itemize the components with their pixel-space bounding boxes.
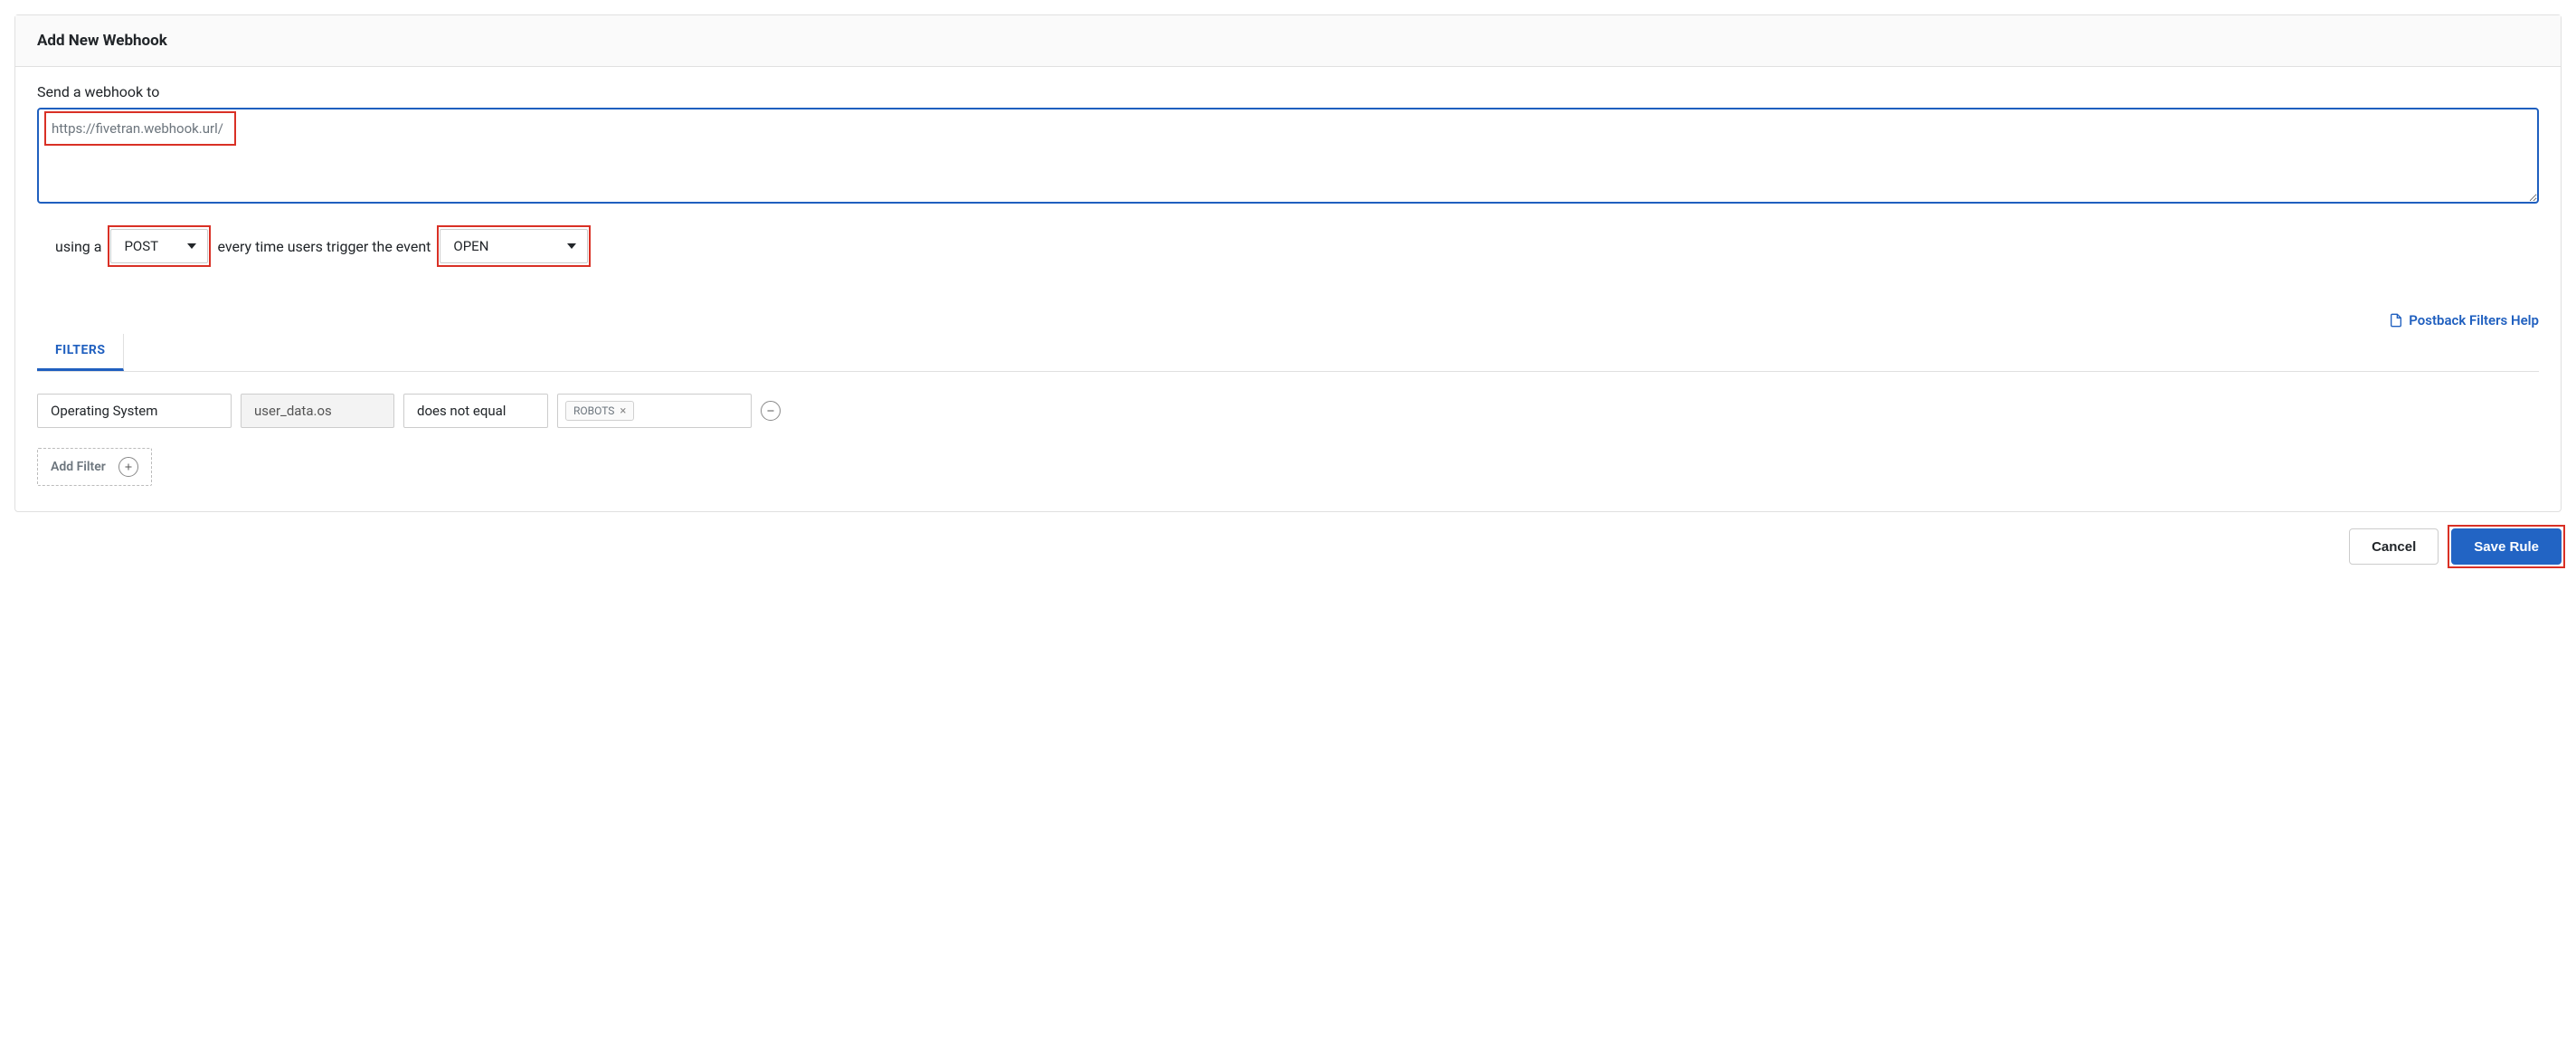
save-button-wrap: Save Rule [2451, 528, 2562, 565]
plus-circle-icon [118, 457, 138, 477]
remove-filter-button[interactable] [761, 401, 781, 421]
filter-value-tag: ROBOTS × [565, 401, 634, 421]
add-filter-button[interactable]: Add Filter [37, 448, 152, 486]
http-method-value: POST [124, 238, 158, 254]
filters-tabs: FILTERS [37, 334, 2539, 372]
cancel-button[interactable]: Cancel [2349, 528, 2439, 565]
url-input-wrapper [37, 108, 2539, 207]
filter-row: Operating System user_data.os does not e… [37, 394, 2539, 428]
filter-value-input[interactable]: ROBOTS × [557, 394, 752, 428]
save-rule-button[interactable]: Save Rule [2451, 528, 2562, 565]
minus-icon [765, 405, 776, 416]
text-using-a: using a [55, 238, 101, 255]
event-select[interactable]: OPEN [440, 229, 588, 263]
add-webhook-panel: Add New Webhook Send a webhook to using … [14, 14, 2562, 512]
filter-field-key-value: user_data.os [254, 403, 332, 419]
webhook-url-input[interactable] [37, 108, 2539, 204]
send-webhook-label: Send a webhook to [37, 83, 2539, 100]
filter-operator-select[interactable]: does not equal [403, 394, 548, 428]
caret-down-icon [567, 243, 576, 249]
plus-icon [123, 461, 134, 472]
help-file-icon [2389, 313, 2403, 328]
panel-title: Add New Webhook [37, 32, 2539, 50]
sentence-row: using a POST every time users trigger th… [55, 229, 2539, 263]
tab-filters[interactable]: FILTERS [37, 334, 124, 371]
event-value: OPEN [453, 238, 488, 254]
add-filter-label: Add Filter [51, 460, 106, 474]
postback-filters-help-link[interactable]: Postback Filters Help [2389, 312, 2539, 328]
filter-field-value: Operating System [51, 403, 157, 419]
filter-operator-value: does not equal [417, 403, 506, 419]
caret-down-icon [187, 243, 196, 249]
method-select-wrap: POST [110, 229, 208, 263]
panel-body: Send a webhook to using a POST every tim… [15, 67, 2561, 511]
panel-header: Add New Webhook [15, 15, 2561, 67]
filter-tag-label: ROBOTS [573, 404, 614, 417]
event-select-wrap: OPEN [440, 229, 588, 263]
filter-field-key: user_data.os [241, 394, 394, 428]
filter-field-select[interactable]: Operating System [37, 394, 232, 428]
text-every-time: every time users trigger the event [217, 238, 431, 255]
help-link-label: Postback Filters Help [2409, 312, 2539, 328]
remove-tag-icon[interactable]: × [620, 405, 626, 417]
footer-actions: Cancel Save Rule [14, 528, 2562, 565]
http-method-select[interactable]: POST [110, 229, 208, 263]
help-row: Postback Filters Help [37, 312, 2539, 328]
